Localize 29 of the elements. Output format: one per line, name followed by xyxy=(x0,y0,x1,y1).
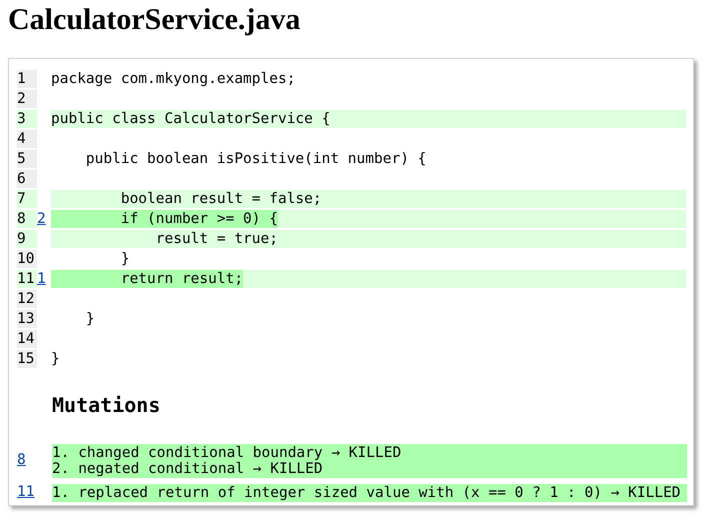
line-number: 5 xyxy=(17,150,37,168)
line-number: 9 xyxy=(17,230,37,248)
mutation-link[interactable]: 1 xyxy=(37,271,46,287)
line-number: 13 xyxy=(17,310,37,328)
mutation-text: 1. replaced return of integer sized value with (x == 0 ? 1 : 0) → KILLED xyxy=(52,484,682,501)
line-number: 15 xyxy=(17,350,37,368)
line-number: 4 xyxy=(17,130,37,148)
code-line: } xyxy=(51,350,61,368)
mutations-heading: Mutations xyxy=(52,392,162,419)
page-title: CalculatorService.java xyxy=(8,2,300,38)
mutation-line-link[interactable]: 8 xyxy=(17,452,26,468)
line-number: 3 xyxy=(17,110,37,128)
line-number: 2 xyxy=(17,90,37,108)
line-number: 11 xyxy=(17,270,37,288)
code-line: } xyxy=(120,250,131,268)
line-number: 10 xyxy=(17,250,37,268)
line-number: 1 xyxy=(17,70,37,88)
line-number: 6 xyxy=(17,170,37,188)
line-number: 7 xyxy=(17,190,37,208)
line-number: 12 xyxy=(17,290,37,308)
mutation-link[interactable]: 2 xyxy=(37,211,46,227)
line-number: 8 xyxy=(17,210,37,228)
code-line: public boolean isPositive(int number) { xyxy=(84,150,428,168)
code-line: } xyxy=(84,310,96,328)
code-line: package com.mkyong.examples; xyxy=(51,70,296,88)
line-number: 14 xyxy=(17,330,37,348)
mutation-line-link[interactable]: 11 xyxy=(17,484,34,500)
mutation-text: 2. negated conditional → KILLED xyxy=(52,461,324,477)
mutation-text: 1. changed conditional boundary → KILLED xyxy=(52,445,402,461)
